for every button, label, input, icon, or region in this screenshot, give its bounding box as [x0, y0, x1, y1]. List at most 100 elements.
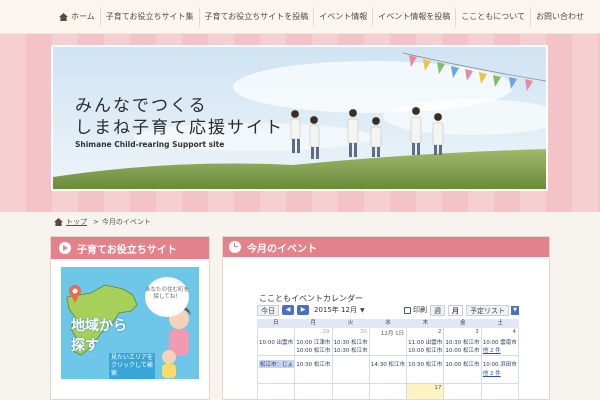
calendar-tab-week[interactable]: 週	[430, 304, 445, 316]
calendar-more-link[interactable]: 他 2 件	[483, 348, 501, 354]
calendar-event[interactable]: 10:30 松江市	[445, 338, 479, 346]
breadcrumb-home-link[interactable]: トップ	[66, 217, 87, 227]
calendar-day-cell[interactable]	[332, 384, 370, 400]
calendar-day-cell[interactable]: 10:00 浜田市 他 2 件	[481, 356, 519, 384]
calendar-day-cell[interactable]: 14:30 松江市	[369, 356, 408, 384]
banner-background: みんなでつくる しまね子育て応援サイト Shimane Child-rearin…	[0, 34, 600, 212]
calendar-event[interactable]: 10:00 雲南市	[483, 338, 517, 346]
play-circle-icon	[59, 242, 71, 254]
day-number: 12月 1日	[380, 331, 405, 337]
weekday-sat: 土	[497, 320, 504, 326]
breadcrumb-separator: >	[93, 218, 99, 226]
calendar-day-cell[interactable]: 29 10:00 江津市 10:00 松江市	[295, 328, 333, 356]
nav-item-home[interactable]: ホーム	[54, 7, 101, 27]
useful-sites-title: 子育てお役立ちサイト	[77, 244, 177, 256]
calendar-event[interactable]: 10:30 松江市	[296, 360, 330, 368]
area-search-banner[interactable]: あなたの住む町を探してね！ 地域から 探す 見たいエリアをクリックして検索	[61, 267, 199, 379]
day-number: 29	[322, 329, 330, 335]
day-number: 2	[437, 329, 442, 335]
day-number: 17	[434, 385, 442, 391]
calendar-day-cell[interactable]: 10:00 出雲市	[258, 328, 296, 356]
calendar-day-cell-today[interactable]: 17	[407, 384, 445, 400]
calendar-day-cell[interactable]: 30 10:30 松江市 10:30 松江市	[332, 328, 370, 356]
nav-label-site-list: 子育てお役立ちサイト集	[105, 12, 194, 21]
calendar-day-cell[interactable]: 12月 1日	[369, 328, 408, 356]
nav-item-post-site[interactable]: 子育てお役立ちサイトを投稿	[200, 7, 315, 27]
weekday-wed: 水	[385, 320, 391, 326]
weekday-sun: 日	[272, 320, 279, 326]
area-search-caption: 見たいエリアをクリックして検索	[109, 353, 155, 379]
calendar-event[interactable]: 10:30 松江市	[334, 346, 368, 354]
calendar-event[interactable]: 10:00 松江市	[445, 360, 479, 368]
breadcrumb: トップ > 今月のイベント	[54, 216, 151, 228]
calendar-event[interactable]: 10:30 松江市	[408, 360, 442, 368]
calendar-print-label: 印刷	[413, 306, 427, 314]
hero-image: みんなでつくる しまね子育て応援サイト Shimane Child-rearin…	[51, 45, 548, 191]
monthly-events-title: 今月のイベント	[247, 243, 317, 255]
calendar-tab-month[interactable]: 月	[448, 304, 463, 316]
calendar-month-label[interactable]: 2015年 12月	[314, 305, 357, 315]
calendar-day-cell[interactable]: 10:30 松江市	[407, 356, 445, 384]
breadcrumb-current: 今月のイベント	[101, 218, 151, 226]
nav-item-events[interactable]: イベント情報	[314, 7, 374, 27]
calendar-event[interactable]: 10:00 松江市	[296, 346, 330, 354]
calendar-event[interactable]: 10:00 浜田市	[483, 360, 517, 368]
weekday-fri: 金	[460, 320, 466, 326]
calendar-month-caret[interactable]: ▼	[360, 307, 365, 314]
monthly-events-panel: 今月のイベント ここともイベントカレンダー 今日 ◀ ▶ 2015年 12月 ▼…	[222, 236, 550, 400]
speech-bubble: あなたの住む町を探してね！	[145, 277, 189, 317]
calendar-day-cell[interactable]	[444, 384, 482, 400]
calendar-day-cell[interactable]: 3 10:30 松江市 10:00 松江市	[444, 328, 482, 356]
calendar-event[interactable]: 10:30 松江市	[334, 338, 368, 346]
day-number: 30	[359, 329, 367, 335]
calendar-more-link[interactable]: 他 2 件	[483, 371, 501, 377]
weekday-thu: 木	[422, 320, 429, 326]
calendar-tab-agenda[interactable]: 予定リスト	[466, 304, 509, 316]
nav-item-contact[interactable]: お問い合わせ	[531, 7, 589, 27]
calendar-day-cell[interactable]	[369, 384, 408, 400]
calendar-event-chip[interactable]: 松江市：じょ	[259, 360, 295, 368]
calendar-event[interactable]: 10:00 松江市	[408, 346, 442, 354]
calendar-event[interactable]: 10:00 江津市	[296, 338, 330, 346]
hero-subtitle: Shimane Child-rearing Support site	[75, 140, 225, 149]
calendar-day-cell[interactable]: 松江市：じょ	[258, 356, 296, 384]
weekday-mon: 月	[310, 320, 316, 326]
nav-item-post-event[interactable]: イベント情報を投稿	[373, 7, 457, 27]
area-search-headline2: 探す	[71, 338, 99, 354]
calendar-day-cell[interactable]	[481, 384, 519, 400]
nav-item-about[interactable]: ここともについて	[456, 7, 532, 27]
nav-item-site-list[interactable]: 子育てお役立ちサイト集	[101, 7, 200, 27]
calendar-event[interactable]: 10:00 松江市	[445, 346, 479, 354]
useful-sites-header: 子育てお役立ちサイト	[51, 237, 209, 259]
monthly-events-header: 今月のイベント	[223, 237, 549, 257]
calendar-prev-button[interactable]: ◀	[282, 305, 294, 315]
calendar-week-2: 松江市：じょ 10:30 松江市 14:30 松江市 10:30 松江市 10:…	[257, 356, 519, 384]
calendar-today-button[interactable]: 今日	[257, 304, 279, 316]
nav-label-events: イベント情報	[319, 12, 368, 21]
weekday-tue: 火	[347, 320, 354, 326]
calendar-options-dropdown[interactable]: ▼	[511, 305, 519, 315]
calendar-day-cell[interactable]	[332, 356, 370, 384]
calendar-next-button[interactable]: ▶	[297, 305, 309, 315]
calendar-day-cell[interactable]: 2 11:00 出雲市 10:00 松江市	[407, 328, 445, 356]
calendar-day-cell[interactable]: 10:30 松江市	[295, 356, 333, 384]
nav-label-contact: お問い合わせ	[536, 12, 585, 21]
calendar-grid: 日 月 火 水 木 金 土 10:00 出雲市 29 10:00 江津市 10:…	[257, 319, 519, 400]
calendar-event[interactable]: 14:30 松江市	[371, 360, 405, 368]
calendar-day-cell[interactable]: 10:00 松江市	[444, 356, 482, 384]
area-search-headline1: 地域から	[71, 318, 127, 334]
calendar-day-cell[interactable]	[258, 384, 296, 400]
calendar-toolbar: 今日 ◀ ▶ 2015年 12月 ▼ 印刷 週 月 予定リスト ▼	[257, 303, 519, 317]
nav-label-post-site: 子育てお役立ちサイトを投稿	[204, 12, 309, 21]
calendar-event[interactable]: 10:00 出雲市	[259, 338, 293, 346]
calendar-weekday-header: 日 月 火 水 木 金 土	[257, 319, 519, 328]
calendar-week-3: 17	[257, 384, 519, 400]
calendar-print-button[interactable]: 印刷	[404, 305, 427, 315]
nav-label-home: ホーム	[71, 12, 95, 21]
calendar-day-cell[interactable]	[295, 384, 333, 400]
calendar-event[interactable]: 11:00 出雲市	[408, 338, 442, 346]
calendar-day-cell[interactable]: 4 10:00 雲南市 他 2 件	[481, 328, 519, 356]
main-nav: ホーム 子育てお役立ちサイト集 子育てお役立ちサイトを投稿 イベント情報 イベン…	[54, 7, 589, 27]
day-number: 3	[475, 329, 479, 335]
nav-label-post-event: イベント情報を投稿	[378, 12, 451, 21]
